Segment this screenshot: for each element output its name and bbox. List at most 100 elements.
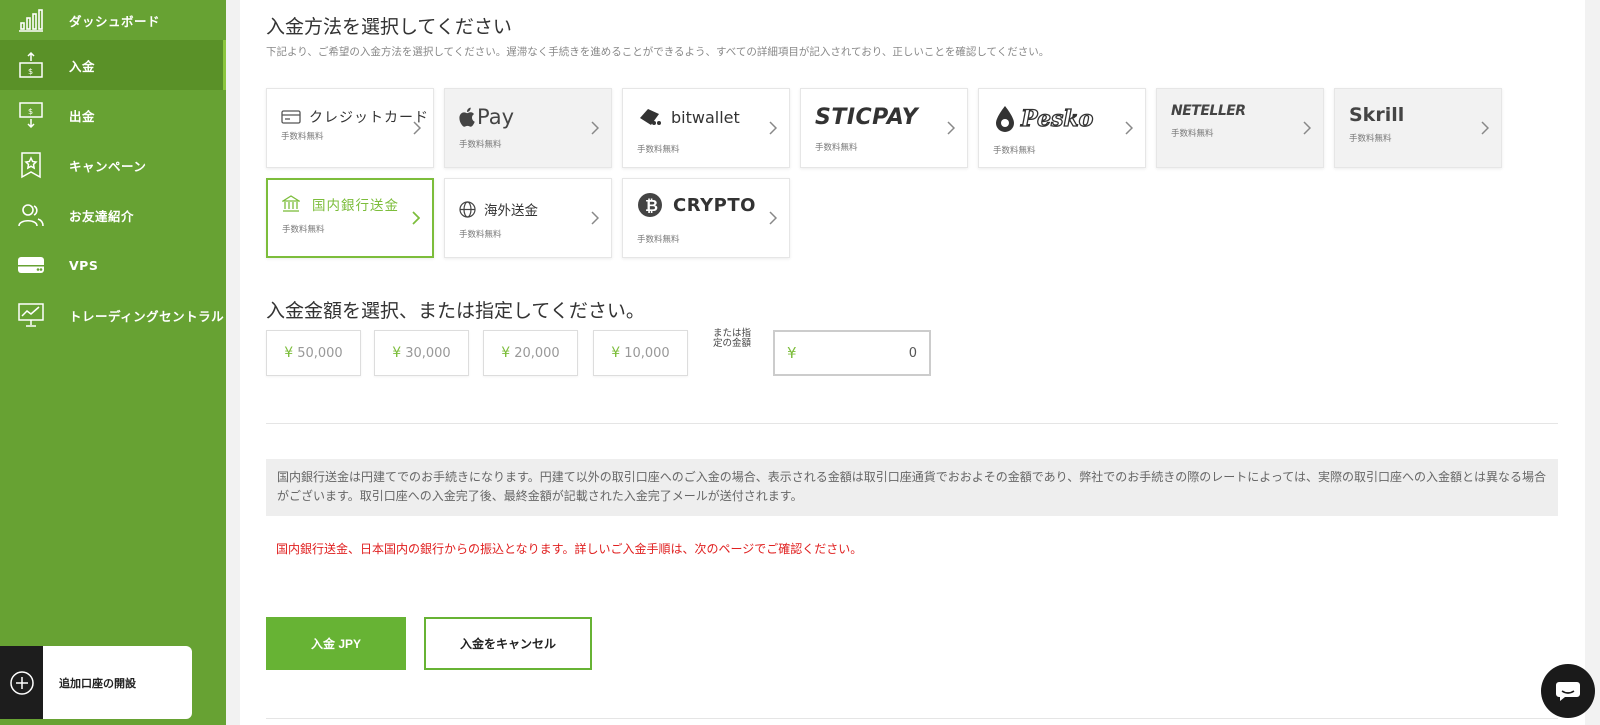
method-fee: 手数料無料 [282,225,325,235]
method-label: Skrill [1349,104,1405,126]
method-bitwallet[interactable]: bitwallet 手数料無料 [622,88,790,168]
chevron-right-icon [769,211,777,225]
svg-text:$: $ [28,107,33,116]
amount-option-20000[interactable]: ¥ 20,000 [483,330,578,376]
custom-amount-label: または指定の金額 [712,328,751,349]
amount-option-50000[interactable]: ¥ 50,000 [266,330,361,376]
sidebar: ダッシュボード $ 入金 $ 出金 キャンペーン お友達紹介 VPS トレーディ [0,0,226,725]
chevron-right-icon [591,211,599,225]
cancel-deposit-button[interactable]: 入金をキャンセル [424,617,592,670]
credit-card-icon [281,110,301,124]
sidebar-item-label: キャンペーン [69,158,147,174]
chevron-right-icon [1125,121,1133,135]
chat-button[interactable] [1541,664,1595,718]
method-credit-card[interactable]: クレジットカード 手数料無料 [266,88,434,168]
add-icon-box [0,646,43,719]
sidebar-item-vps[interactable]: VPS [0,240,226,290]
method-label: 海外送金 [484,203,538,219]
notice-box: 国内銀行送金は円建てでのお手続きになります。円建て以外の取引口座へのご入金の場合… [266,459,1558,516]
method-label: クレジットカード [309,110,429,126]
method-label: CRYPTO [673,194,756,216]
chevron-right-icon [413,121,421,135]
svg-text:₿: ₿ [645,196,658,215]
sidebar-item-campaign[interactable]: キャンペーン [0,140,226,190]
sidebar-item-dashboard[interactable]: ダッシュボード [0,0,226,40]
method-fee: 手数料無料 [1349,134,1392,144]
page-title: 入金方法を選択してください [266,16,512,38]
method-label: Pay [477,105,515,129]
sidebar-item-label: VPS [69,257,99,273]
amount-value: 20,000 [514,345,560,361]
bitwallet-icon [640,109,661,125]
method-logo: Skrill [1349,101,1404,129]
users-icon [16,200,46,230]
method-international-transfer[interactable]: 海外送金 手数料無料 [444,178,612,258]
warning-text: 国内銀行送金、日本国内の銀行からの振込となります。詳しいご入金手順は、次のページ… [276,542,863,556]
apple-icon [459,107,475,127]
yen-symbol: ¥ [392,345,402,361]
svg-text:$: $ [28,67,33,76]
custom-amount-value: 0 [908,345,917,361]
method-fee: 手数料無料 [637,235,680,245]
bank-icon [282,195,300,212]
page-subtitle: 下記より、ご希望の入金方法を選択してください。遅滞なく手続きを進めることができる… [266,46,1050,58]
custom-amount-input[interactable]: ¥ 0 [773,330,931,376]
withdraw-icon: $ [16,100,46,130]
sidebar-item-withdraw[interactable]: $ 出金 [0,90,226,140]
yen-symbol: ¥ [501,345,511,361]
method-neteller[interactable]: NETELLER 手数料無料 [1156,88,1324,168]
sidebar-item-trading-central[interactable]: トレーディングセントラル [0,290,226,340]
yen-symbol: ¥ [787,344,797,362]
method-logo: STICPAY [815,103,918,131]
method-skrill[interactable]: Skrill 手数料無料 [1334,88,1502,168]
sidebar-item-label: 出金 [69,108,96,124]
bitcoin-icon: ₿ [638,193,662,217]
yen-symbol: ¥ [611,345,621,361]
method-label: 国内銀行送金 [312,198,399,214]
main-panel: 入金方法を選択してください 下記より、ご希望の入金方法を選択してください。遅滞な… [240,0,1585,725]
chevron-right-icon [412,211,420,225]
method-fee: 手数料無料 [637,145,680,155]
amount-option-10000[interactable]: ¥ 10,000 [593,330,688,376]
method-fee: 手数料無料 [815,143,858,153]
method-label: STICPAY [815,104,919,130]
method-label: Pesko [1020,105,1094,132]
method-fee: 手数料無料 [1171,129,1214,139]
amount-value: 50,000 [297,345,343,361]
chevron-right-icon [769,121,777,135]
amount-option-30000[interactable]: ¥ 30,000 [374,330,469,376]
method-pesko[interactable]: Pesko 手数料無料 [978,88,1146,168]
method-apple-pay[interactable]: Pay 手数料無料 [444,88,612,168]
divider [266,718,1558,719]
deposit-icon: $ [16,50,46,80]
bar-chart-icon [16,5,46,35]
chat-bubble-icon [1556,682,1580,701]
method-logo: ₿ CRYPTO [637,191,756,219]
method-label: NETELLER [1171,103,1246,119]
sidebar-item-label: トレーディングセントラル [69,308,225,324]
method-logo: クレジットカード [281,103,429,131]
method-sticpay[interactable]: STICPAY 手数料無料 [800,88,968,168]
deposit-jpy-button[interactable]: 入金 JPY [266,617,406,670]
method-logo: Pesko [993,105,1094,133]
amount-value: 10,000 [624,345,670,361]
divider [266,423,1558,424]
method-fee: 手数料無料 [993,146,1036,156]
yen-symbol: ¥ [284,345,294,361]
sidebar-item-referral[interactable]: お友達紹介 [0,190,226,240]
method-fee: 手数料無料 [459,230,502,240]
add-account-button[interactable]: 追加口座の開設 [0,646,192,719]
chevron-right-icon [1481,121,1489,135]
chevron-right-icon [947,121,955,135]
sidebar-item-label: お友達紹介 [69,208,135,224]
method-crypto[interactable]: ₿ CRYPTO 手数料無料 [622,178,790,258]
sidebar-item-deposit[interactable]: $ 入金 [0,40,226,90]
add-account-label: 追加口座の開設 [59,676,136,690]
method-label: bitwallet [671,107,740,127]
method-logo: bitwallet [637,103,740,131]
sidebar-item-label: 入金 [69,58,96,74]
method-fee: 手数料無料 [459,140,502,150]
globe-icon [459,200,476,218]
method-logo: 海外送金 [459,195,538,223]
method-domestic-bank[interactable]: 国内銀行送金 手数料無料 [266,178,434,258]
